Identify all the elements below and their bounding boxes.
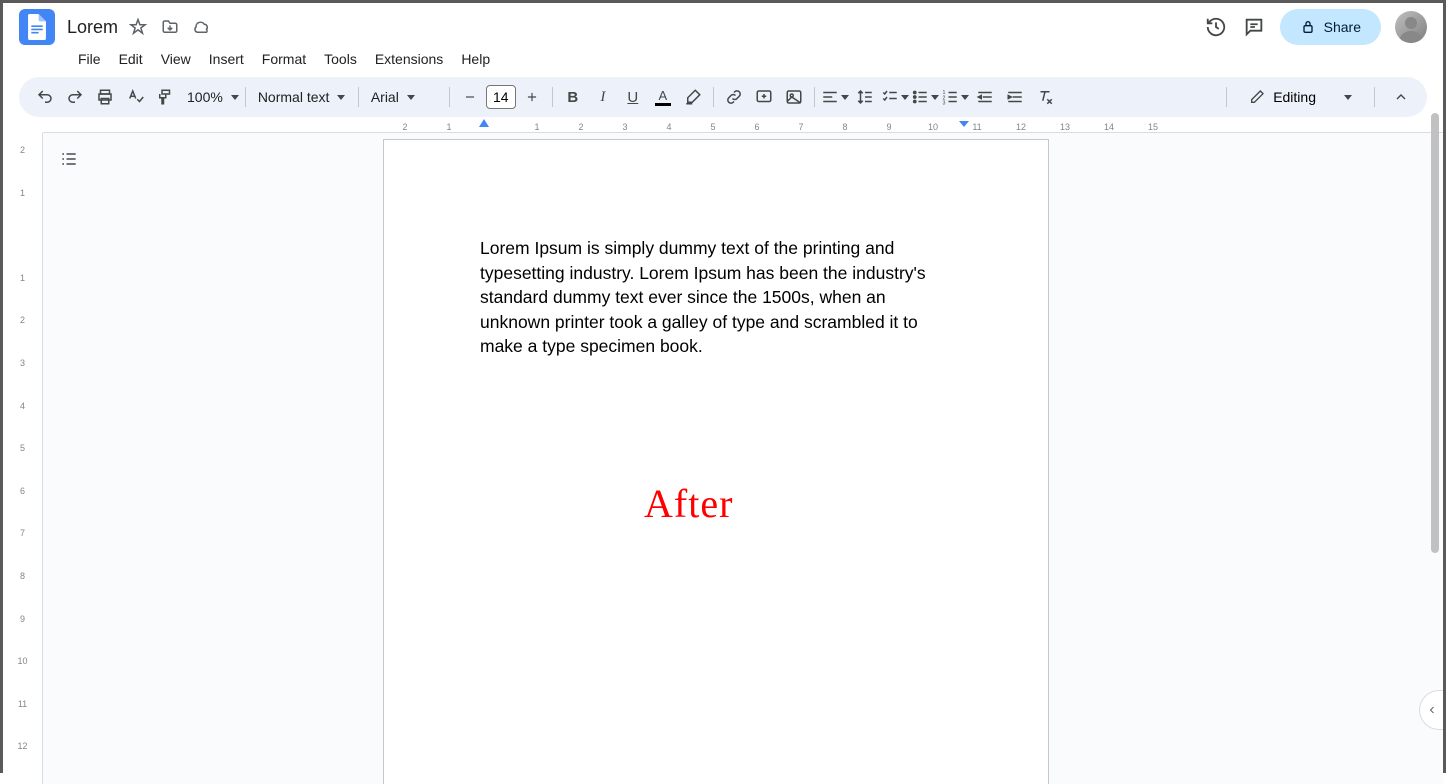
- share-button[interactable]: Share: [1280, 9, 1381, 45]
- chevron-down-icon: [231, 95, 239, 100]
- spellcheck-button[interactable]: [121, 83, 149, 111]
- font-size-input[interactable]: 14: [486, 85, 516, 109]
- chevron-down-icon: [337, 95, 345, 100]
- increase-font-button[interactable]: [518, 83, 546, 111]
- editing-mode-button[interactable]: Editing: [1239, 89, 1362, 105]
- zoom-value: 100%: [181, 89, 229, 105]
- italic-button[interactable]: I: [589, 83, 617, 111]
- collapse-toolbar-button[interactable]: [1387, 83, 1415, 111]
- bullet-list-button[interactable]: [911, 83, 939, 111]
- chevron-down-icon: [901, 95, 909, 100]
- paint-format-button[interactable]: [151, 83, 179, 111]
- header-right: Share: [1204, 9, 1427, 45]
- title-area: Lorem: [67, 15, 214, 39]
- font-value: Arial: [365, 89, 405, 105]
- redo-button[interactable]: [61, 83, 89, 111]
- document-title[interactable]: Lorem: [67, 17, 118, 38]
- bold-button[interactable]: B: [559, 83, 587, 111]
- style-dropdown[interactable]: Normal text: [252, 89, 352, 105]
- vertical-scrollbar[interactable]: [1431, 113, 1439, 553]
- chevron-down-icon: [841, 95, 849, 100]
- line-spacing-button[interactable]: [851, 83, 879, 111]
- svg-text:3: 3: [942, 101, 945, 107]
- chevron-down-icon: [407, 95, 415, 100]
- comment-button[interactable]: [750, 83, 778, 111]
- menu-bar: File Edit View Insert Format Tools Exten…: [3, 43, 1443, 77]
- undo-button[interactable]: [31, 83, 59, 111]
- star-icon[interactable]: [126, 15, 150, 39]
- chevron-down-icon: [1344, 95, 1352, 100]
- chevron-down-icon: [931, 95, 939, 100]
- horizontal-ruler[interactable]: 21123456789101112131415: [43, 117, 1443, 133]
- move-icon[interactable]: [158, 15, 182, 39]
- text-color-button[interactable]: A: [649, 83, 677, 111]
- underline-button[interactable]: U: [619, 83, 647, 111]
- editing-mode-label: Editing: [1273, 89, 1316, 105]
- app-header: Lorem Share: [3, 3, 1443, 43]
- document-page[interactable]: Lorem Ipsum is simply dummy text of the …: [383, 139, 1049, 784]
- main-area: 21123456789101112 Lorem Ipsum is simply …: [3, 133, 1443, 784]
- menu-help[interactable]: Help: [454, 47, 497, 71]
- share-label: Share: [1324, 19, 1361, 35]
- menu-edit[interactable]: Edit: [112, 47, 150, 71]
- clear-formatting-button[interactable]: [1031, 83, 1059, 111]
- decrease-font-button[interactable]: [456, 83, 484, 111]
- decrease-indent-button[interactable]: [971, 83, 999, 111]
- docs-logo[interactable]: [19, 9, 55, 45]
- menu-insert[interactable]: Insert: [202, 47, 251, 71]
- document-canvas[interactable]: Lorem Ipsum is simply dummy text of the …: [43, 133, 1443, 784]
- font-dropdown[interactable]: Arial: [365, 89, 443, 105]
- align-button[interactable]: [821, 83, 849, 111]
- toolbar: 100% Normal text Arial 14 B I U A 123 Ed…: [19, 77, 1427, 117]
- chevron-down-icon: [961, 95, 969, 100]
- cloud-status-icon[interactable]: [190, 15, 214, 39]
- history-icon[interactable]: [1204, 15, 1228, 39]
- style-value: Normal text: [252, 89, 336, 105]
- numbered-list-button[interactable]: 123: [941, 83, 969, 111]
- menu-format[interactable]: Format: [255, 47, 313, 71]
- print-button[interactable]: [91, 83, 119, 111]
- checklist-button[interactable]: [881, 83, 909, 111]
- menu-file[interactable]: File: [71, 47, 108, 71]
- outline-button[interactable]: [55, 145, 83, 173]
- increase-indent-button[interactable]: [1001, 83, 1029, 111]
- highlight-button[interactable]: [679, 83, 707, 111]
- menu-extensions[interactable]: Extensions: [368, 47, 450, 71]
- menu-view[interactable]: View: [154, 47, 198, 71]
- document-body-text[interactable]: Lorem Ipsum is simply dummy text of the …: [480, 236, 930, 359]
- link-button[interactable]: [720, 83, 748, 111]
- vertical-ruler[interactable]: 21123456789101112: [3, 133, 43, 784]
- menu-tools[interactable]: Tools: [317, 47, 364, 71]
- image-button[interactable]: [780, 83, 808, 111]
- user-avatar[interactable]: [1395, 11, 1427, 43]
- comments-icon[interactable]: [1242, 15, 1266, 39]
- indent-marker-left[interactable]: [479, 119, 489, 127]
- zoom-dropdown[interactable]: 100%: [181, 89, 239, 105]
- annotation-text: After: [644, 480, 733, 527]
